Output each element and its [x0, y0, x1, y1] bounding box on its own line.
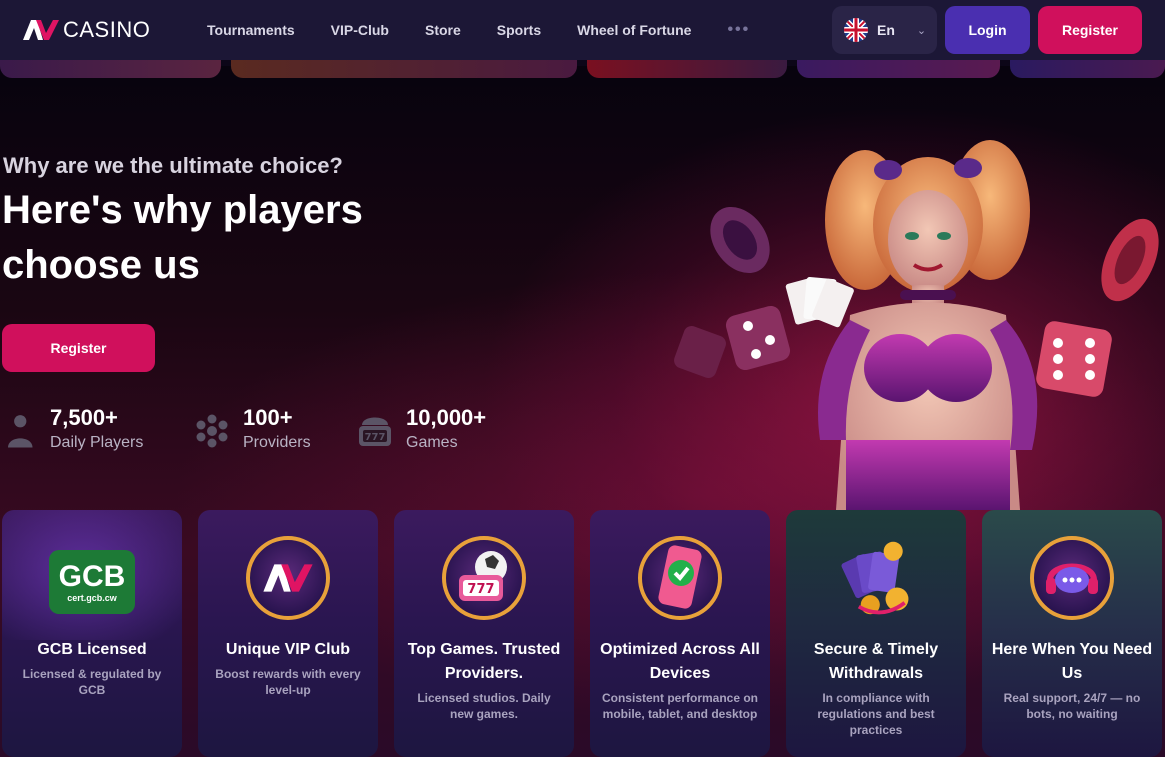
vip-logo-icon: [246, 536, 330, 620]
main-nav: Tournaments VIP-Club Store Sports Wheel …: [207, 0, 786, 60]
stat-value: 10,000+: [406, 405, 487, 430]
card-description: Licensed studios. Daily new games.: [417, 691, 551, 721]
card-description: Real support, 24/7 — no bots, no waiting: [1003, 691, 1141, 721]
phone-check-icon: [638, 536, 722, 620]
card-title: Unique VIP Club: [225, 641, 351, 658]
nav-vip-club[interactable]: VIP-Club: [331, 22, 389, 38]
feature-card-gcb[interactable]: GCB cert.gcb.cw GCB Licensed Licensed & …: [2, 510, 182, 757]
card-title: Secure & Timely Withdrawals: [813, 641, 939, 682]
game-card[interactable]: [1010, 60, 1165, 78]
logo-text: CASINO: [63, 17, 151, 42]
gcb-badge: GCB cert.gcb.cw: [48, 538, 136, 626]
card-description: Boost rewards with every level-up: [215, 667, 361, 697]
language-selector[interactable]: En ⌄: [832, 6, 937, 54]
card-title: Here When You Need Us: [991, 641, 1153, 682]
stat-label: Daily Players: [50, 434, 144, 451]
card-title: GCB Licensed: [37, 641, 147, 658]
game-card[interactable]: [587, 60, 787, 78]
feature-card-devices[interactable]: Optimized Across All Devices Consistent …: [590, 510, 770, 757]
card-title: Top Games. Trusted Providers.: [407, 641, 561, 682]
uk-flag-icon: [844, 18, 868, 42]
stat-label: Games: [406, 434, 458, 451]
nav-store[interactable]: Store: [425, 22, 461, 38]
language-label: En: [877, 22, 895, 38]
slot-machine-icon: 777: [359, 417, 391, 446]
cards-coins-graphic: [841, 541, 909, 615]
card-description: Licensed & regulated by GCB: [22, 667, 162, 697]
cards-coins-icon: [834, 536, 918, 620]
game-card[interactable]: [0, 60, 221, 78]
stat-games: 777 10,000+ Games: [358, 404, 486, 454]
card-description: Consistent performance on mobile, tablet…: [601, 691, 759, 721]
games-strip: [0, 60, 1165, 78]
game-card[interactable]: [231, 60, 577, 78]
hero-headline: Here's why players choose us: [2, 188, 363, 287]
hero-character-illustration: [674, 140, 1159, 510]
hero-eyebrow: Why are we the ultimate choice?: [3, 153, 343, 178]
top-navigation-bar: CASINO Tournaments VIP-Club Store Sports…: [0, 0, 1165, 60]
stat-providers: 100+ Providers: [195, 404, 311, 454]
vip-logo-mark: [263, 564, 313, 592]
feature-card-vip[interactable]: Unique VIP Club Boost rewards with every…: [198, 510, 378, 757]
chevron-down-icon: ⌄: [916, 24, 927, 37]
register-button-hero[interactable]: Register: [2, 324, 155, 372]
gcb-badge-url: cert.gcb.cw: [67, 593, 117, 603]
support-chat-icon: [1030, 536, 1114, 620]
gcb-badge-plate: GCB cert.gcb.cw: [49, 550, 135, 614]
more-menu-icon[interactable]: •••: [727, 21, 750, 39]
slot-ball-graphic: 777: [459, 551, 507, 601]
stat-daily-players: 7,500+ Daily Players: [8, 404, 143, 454]
support-chat-graphic: [1046, 563, 1098, 594]
login-button[interactable]: Login: [945, 6, 1030, 54]
gcb-badge-text: GCB: [58, 560, 126, 593]
nav-tournaments[interactable]: Tournaments: [207, 22, 295, 38]
feature-card-games[interactable]: 777 Top Games. Trusted Providers. Licens…: [394, 510, 574, 757]
providers-icon: [196, 414, 228, 448]
nav-wheel-of-fortune[interactable]: Wheel of Fortune: [577, 22, 691, 38]
card-title: Optimized Across All Devices: [600, 641, 760, 682]
slot-ball-icon: 777: [442, 536, 526, 620]
register-button-header[interactable]: Register: [1038, 6, 1142, 54]
svg-text:777: 777: [365, 432, 386, 443]
feature-card-support[interactable]: Here When You Need Us Real support, 24/7…: [982, 510, 1162, 757]
nav-sports[interactable]: Sports: [497, 22, 541, 38]
phone-check-graphic: [658, 545, 702, 609]
game-card[interactable]: [797, 60, 1000, 78]
card-description: In compliance with regulations and best …: [817, 691, 935, 737]
logo-mark-icon: [23, 20, 59, 40]
stat-value: 100+: [243, 405, 293, 430]
user-icon: [8, 415, 33, 448]
stat-label: Providers: [243, 434, 311, 451]
site-logo[interactable]: CASINO: [22, 16, 150, 44]
svg-text:777: 777: [467, 582, 494, 597]
stat-value: 7,500+: [50, 405, 118, 430]
feature-card-withdrawals[interactable]: Secure & Timely Withdrawals In complianc…: [786, 510, 966, 757]
